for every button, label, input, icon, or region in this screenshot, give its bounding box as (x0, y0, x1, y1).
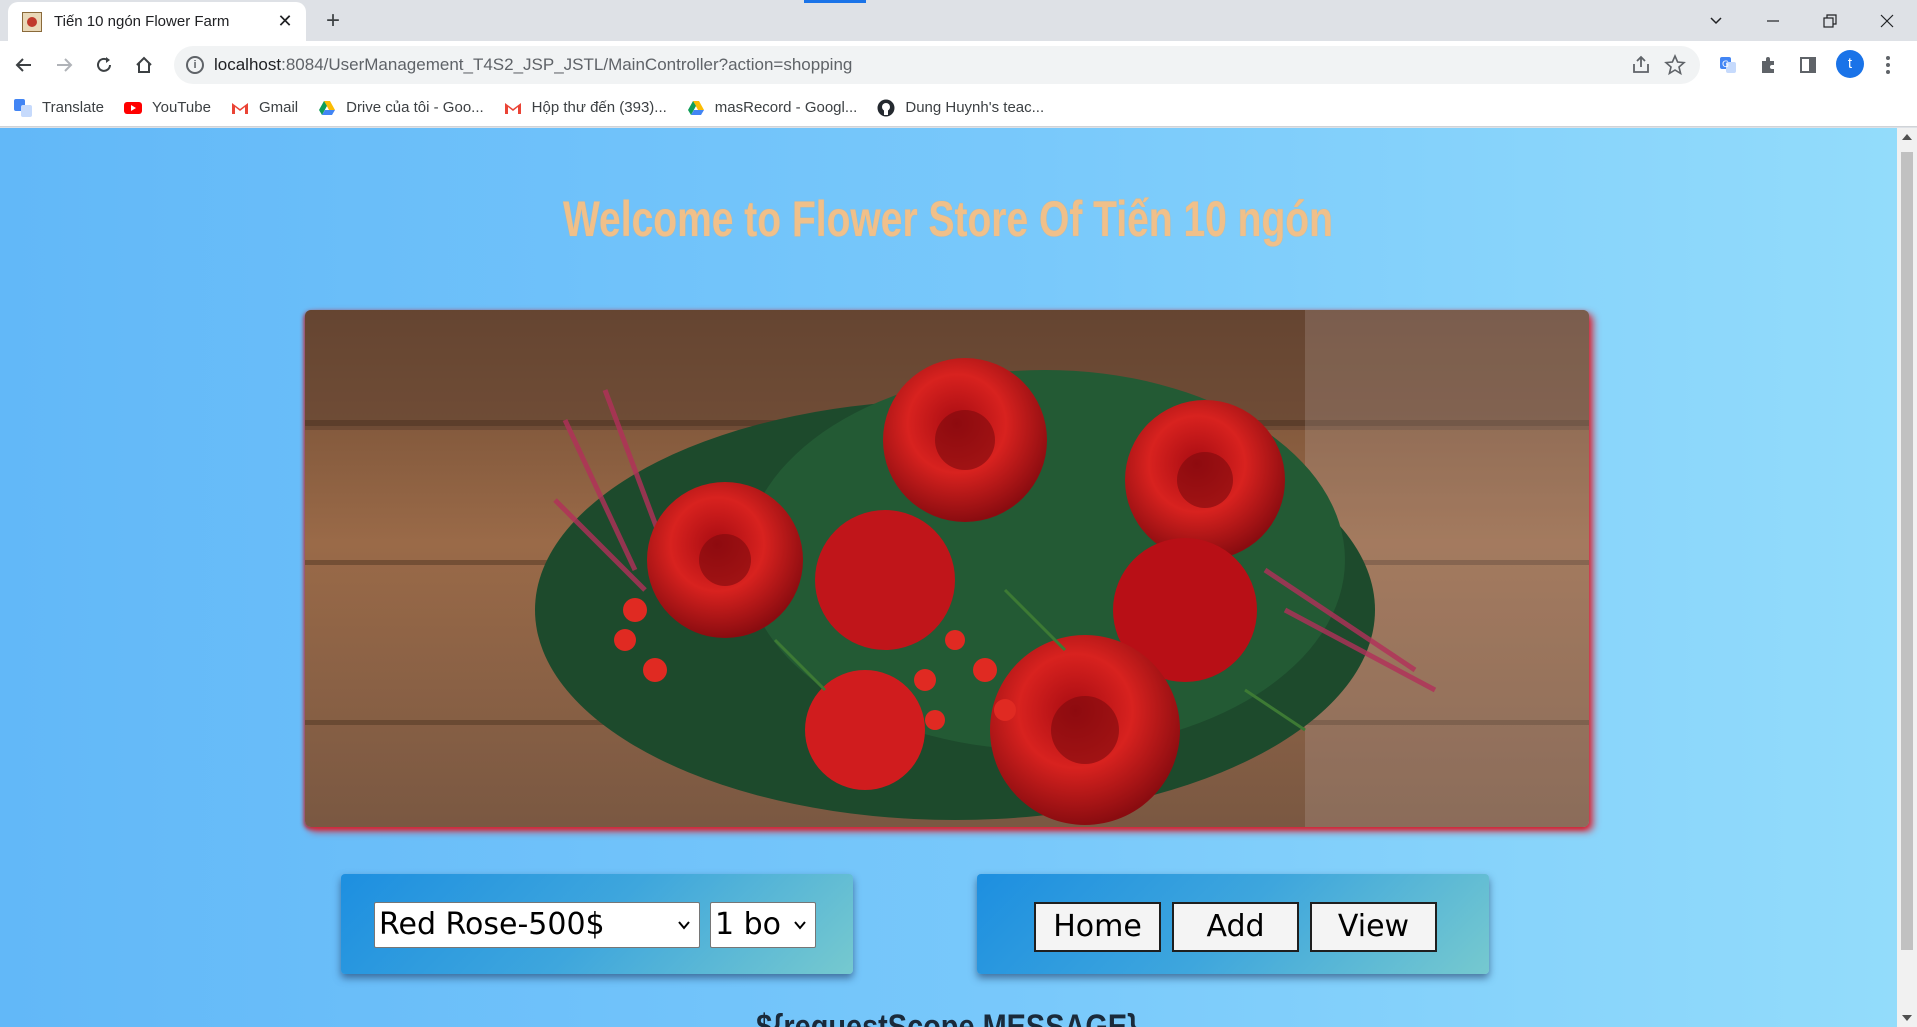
translate-extension-button[interactable]: G (1712, 49, 1744, 81)
github-icon (877, 99, 895, 116)
google-translate-icon: G (1720, 57, 1736, 73)
status-message: ${requestScope.MESSAGE} (756, 1008, 1139, 1027)
home-button[interactable]: Home (1034, 902, 1161, 952)
puzzle-icon (1762, 57, 1774, 73)
chevron-down-icon (1710, 17, 1722, 25)
bookmark-masrecord[interactable]: masRecord - Googl... (687, 99, 858, 117)
arrow-left-icon (15, 58, 31, 72)
google-drive-icon (319, 100, 336, 115)
google-drive-icon (687, 100, 704, 115)
bookmark-label: Hộp thư đến (393)... (531, 99, 667, 116)
quantity-select-value: 1 bo (715, 907, 782, 942)
gmail-icon (231, 102, 248, 114)
rose-bouquet-icon (305, 310, 1589, 827)
page-title: Welcome to Flower Store Of Tiến 10 ngón (562, 191, 1333, 247)
star-icon[interactable] (1664, 54, 1686, 76)
bookmark-translate[interactable]: Translate (14, 98, 104, 117)
home-icon (136, 56, 152, 73)
gmail-icon (504, 102, 521, 114)
arrow-right-icon (57, 58, 73, 72)
scroll-thumb[interactable] (1901, 152, 1913, 950)
bookmark-gmail[interactable]: Gmail (231, 99, 298, 117)
browser-tab[interactable]: Tiến 10 ngón Flower Farm ✕ (8, 2, 306, 41)
close-icon (1880, 14, 1894, 28)
page-viewport: Welcome to Flower Store Of Tiến 10 ngón (0, 128, 1897, 1027)
restore-button[interactable] (1802, 4, 1858, 38)
url-text[interactable]: localhost:8084/UserManagement_T4S2_JSP_J… (214, 55, 852, 75)
order-form-panel: Red Rose-500$ 1 bo (341, 874, 853, 974)
bookmark-label: Gmail (258, 99, 299, 116)
flower-favicon-icon (22, 11, 42, 32)
svg-text:G: G (1722, 60, 1729, 70)
bookmark-label: Drive của tôi - Goo... (346, 99, 484, 116)
browser-toolbar: i localhost:8084/UserManagement_T4S2_JSP… (0, 41, 1917, 89)
chevron-down-icon (794, 921, 806, 930)
tab-title: Tiến 10 ngón Flower Farm (54, 13, 230, 30)
share-icon[interactable] (1630, 54, 1652, 76)
tab-search-button[interactable] (1688, 4, 1744, 38)
close-window-button[interactable] (1859, 4, 1915, 38)
actions-panel: Home Add View (977, 874, 1489, 974)
restore-icon (1823, 14, 1837, 28)
more-menu-icon[interactable] (1880, 49, 1896, 81)
youtube-icon (123, 101, 142, 114)
view-button[interactable]: View (1310, 902, 1437, 952)
home-browser-button[interactable] (128, 49, 160, 81)
tab-strip: Tiến 10 ngón Flower Farm ✕ + (0, 0, 1917, 41)
url-path: :8084/UserManagement_T4S2_JSP_JSTL/MainC… (281, 55, 853, 74)
quantity-select[interactable]: 1 bo (710, 902, 816, 948)
scroll-up-arrow-icon[interactable] (1902, 134, 1912, 140)
loading-indicator (804, 0, 866, 3)
side-panel-icon (1800, 57, 1816, 73)
site-info-icon[interactable]: i (186, 56, 204, 74)
bookmark-label: Dung Huynh's teac... (905, 99, 1045, 116)
new-tab-button[interactable]: + (318, 6, 348, 36)
google-translate-icon (14, 98, 32, 117)
reload-button[interactable] (88, 49, 120, 81)
bookmark-drive[interactable]: Drive của tôi - Goo... (318, 99, 484, 117)
page-scrollbar[interactable] (1897, 128, 1917, 1027)
add-button[interactable]: Add (1172, 902, 1299, 952)
scroll-down-arrow-icon[interactable] (1902, 1015, 1912, 1021)
forward-button[interactable] (48, 49, 80, 81)
flower-select[interactable]: Red Rose-500$ (374, 902, 700, 948)
url-host: localhost (214, 55, 282, 74)
bookmark-youtube[interactable]: YouTube (123, 99, 211, 117)
extensions-button[interactable] (1752, 49, 1784, 81)
minimize-button[interactable] (1745, 4, 1801, 38)
bookmark-label: Translate (42, 99, 104, 116)
minimize-icon (1767, 20, 1779, 22)
bookmark-github[interactable]: Dung Huynh's teac... (877, 99, 1044, 117)
close-tab-icon[interactable]: ✕ (274, 10, 296, 32)
back-button[interactable] (8, 49, 40, 81)
bookmark-inbox[interactable]: Hộp thư đến (393)... (504, 99, 667, 117)
hero-image (305, 310, 1589, 827)
flower-select-value: Red Rose-500$ (379, 907, 605, 942)
side-panel-button[interactable] (1792, 49, 1824, 81)
bookmarks-bar: Translate YouTube Gmail Drive của tôi - … (0, 89, 1917, 127)
bookmark-label: YouTube (151, 99, 211, 116)
profile-avatar[interactable]: t (1836, 50, 1864, 78)
reload-icon (97, 57, 111, 72)
bookmark-label: masRecord - Googl... (714, 99, 858, 116)
address-bar[interactable]: i localhost:8084/UserManagement_T4S2_JSP… (174, 46, 1700, 84)
chevron-down-icon (678, 921, 690, 930)
